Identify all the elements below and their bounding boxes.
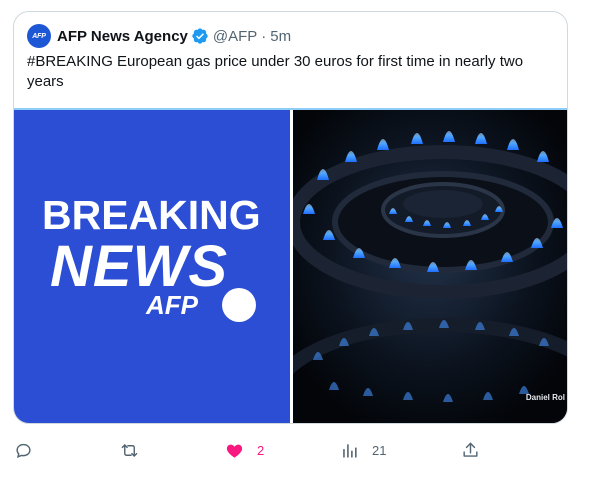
retweet-button[interactable] (120, 438, 139, 462)
tweet-text: #BREAKING European gas price under 30 eu… (27, 53, 524, 90)
afp-logo-dot (222, 288, 256, 322)
retweet-icon (121, 443, 138, 457)
share-button[interactable] (461, 438, 480, 462)
verified-badge-icon (192, 28, 208, 44)
author-name[interactable]: AFP News Agency (57, 28, 188, 45)
photo-credit: Daniel Rol (525, 393, 565, 402)
like-button[interactable]: 2 (225, 438, 264, 462)
afp-logo-text: AFP (146, 290, 198, 320)
author-handle[interactable]: @AFP (213, 28, 257, 45)
views-button[interactable]: 21 (340, 438, 386, 462)
heart-filled-icon (226, 444, 243, 458)
reply-button[interactable] (14, 438, 33, 462)
gas-burner-image[interactable]: Daniel Rol (293, 110, 567, 423)
breaking-news-image[interactable]: BREAKING NEWS AFP (14, 110, 290, 423)
tweet-actions-bar: 2 21 (14, 438, 494, 462)
like-count: 2 (257, 442, 265, 458)
gas-flame-graphic (293, 110, 567, 423)
news-text: NEWS (50, 234, 228, 299)
avatar[interactable]: AFP (27, 24, 51, 48)
tweet-timestamp[interactable]: 5m (270, 28, 291, 45)
reply-icon (16, 443, 31, 458)
views-chart-icon (343, 443, 357, 458)
separator-dot: · (261, 27, 267, 45)
views-count: 21 (372, 442, 387, 458)
breaking-text: BREAKING (42, 192, 261, 238)
tweet-media[interactable]: BREAKING NEWS AFP Daniel Rol (14, 110, 567, 423)
quoted-tweet-card[interactable]: AFP AFP News Agency @AFP · 5m #BREAKING … (13, 11, 568, 424)
share-icon (463, 442, 478, 457)
tweet-header: AFP AFP News Agency @AFP · 5m (27, 24, 291, 48)
